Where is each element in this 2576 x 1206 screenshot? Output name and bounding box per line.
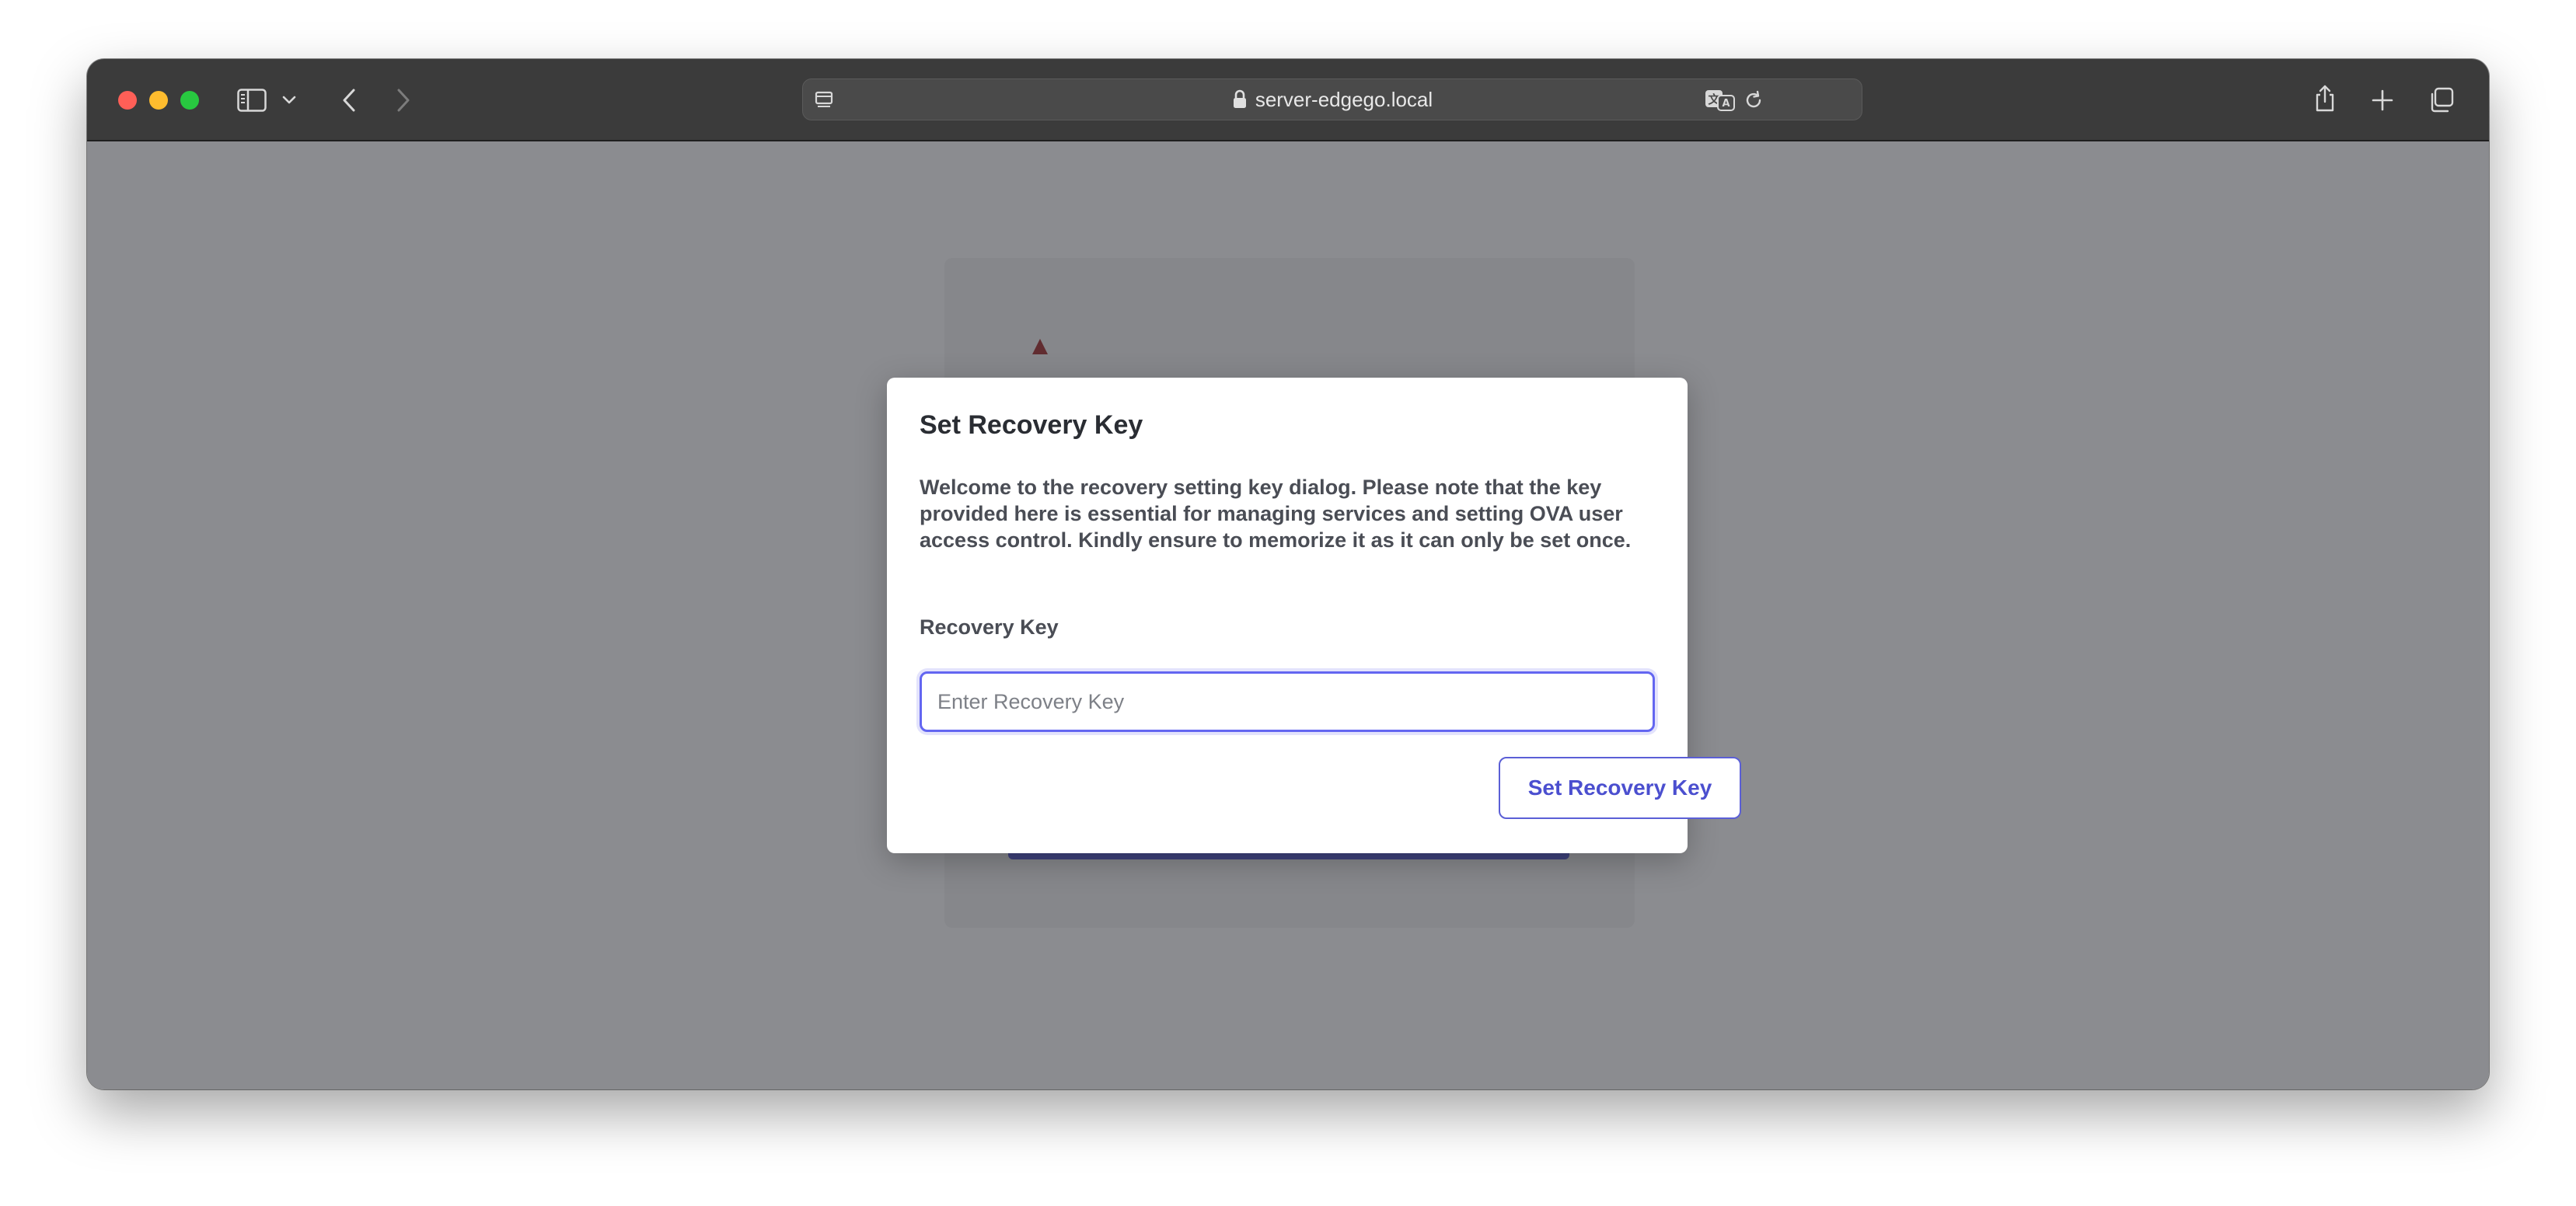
back-chevron-icon[interactable] xyxy=(337,87,361,113)
browser-window: server-edgego.local 文 A Set Recovery Key… xyxy=(87,59,2489,1089)
sidebar-icon[interactable] xyxy=(236,87,267,113)
svg-text:A: A xyxy=(1722,98,1730,110)
forward-chevron-icon[interactable] xyxy=(392,87,415,113)
set-recovery-key-button[interactable]: Set Recovery Key xyxy=(1499,757,1741,819)
translate-icon[interactable]: 文 A xyxy=(1705,89,1736,112)
address-bar[interactable]: server-edgego.local 文 A xyxy=(802,78,1862,120)
browser-toolbar: server-edgego.local 文 A xyxy=(87,59,2489,141)
recovery-key-label: Recovery Key xyxy=(920,615,1059,639)
lock-icon xyxy=(1232,89,1248,110)
dialog-description: Welcome to the recovery setting key dial… xyxy=(920,476,1632,552)
reload-icon[interactable] xyxy=(1742,89,1765,111)
share-icon[interactable] xyxy=(2312,82,2338,115)
maximize-window-button[interactable] xyxy=(180,91,199,110)
recovery-key-input[interactable] xyxy=(920,671,1655,732)
tab-overview-icon[interactable] xyxy=(2427,85,2456,115)
chevron-down-icon[interactable] xyxy=(281,93,297,107)
minimize-window-button[interactable] xyxy=(149,91,168,110)
set-recovery-key-dialog: Set Recovery Key Welcome to the recovery… xyxy=(887,378,1741,853)
url-text: server-edgego.local xyxy=(1255,87,1433,111)
close-window-button[interactable] xyxy=(118,91,137,110)
plus-icon[interactable] xyxy=(2369,87,2396,113)
dialog-title: Set Recovery Key xyxy=(920,410,1143,440)
